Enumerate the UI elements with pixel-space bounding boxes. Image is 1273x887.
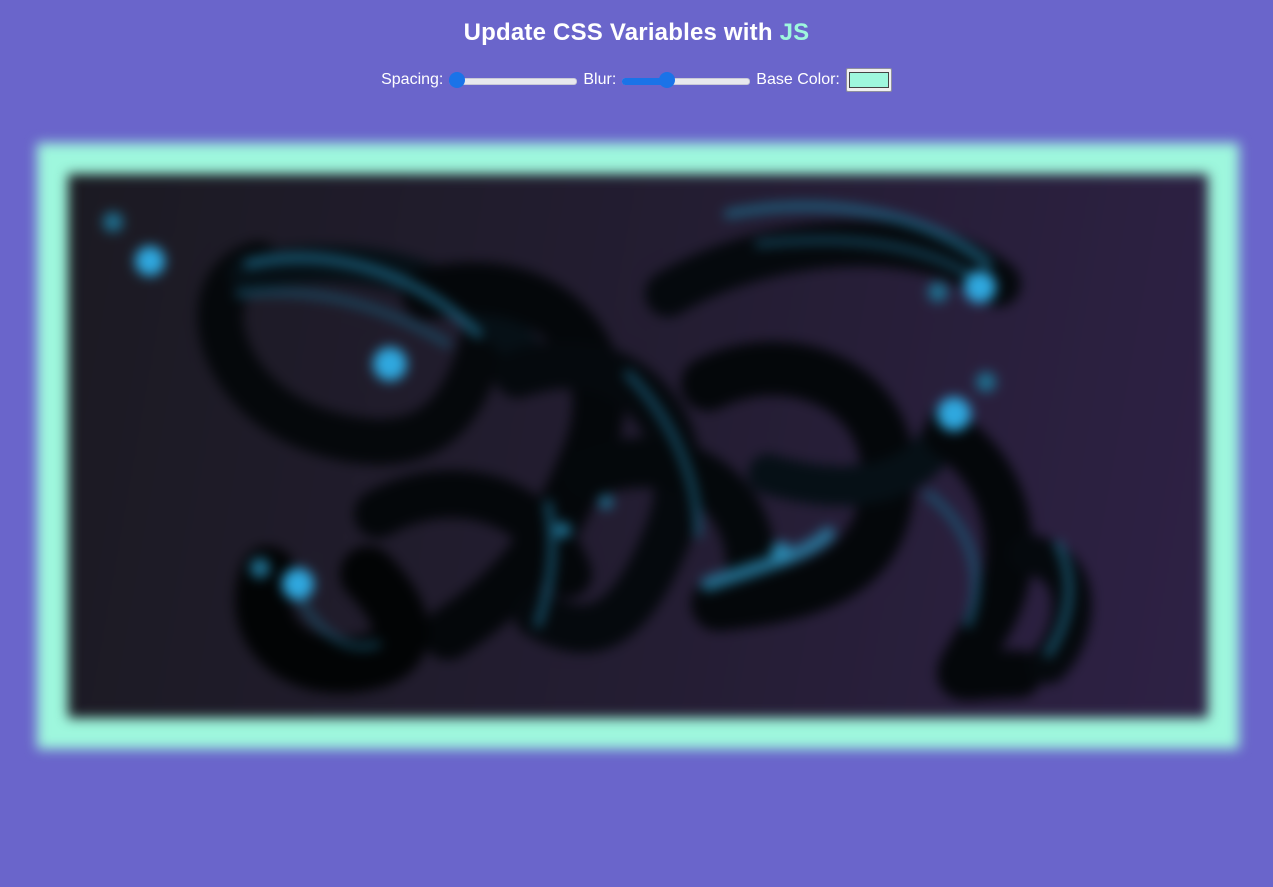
- orb: [771, 542, 791, 562]
- controls-bar: Spacing: Blur: Base Color:: [0, 68, 1273, 92]
- blur-slider[interactable]: [622, 72, 751, 88]
- orb: [135, 246, 165, 276]
- tentacle-artwork: [103, 202, 1092, 701]
- orb: [103, 212, 123, 232]
- orb: [282, 568, 314, 600]
- blur-slider-thumb[interactable]: [659, 72, 676, 88]
- title-prefix: Update CSS Variables with: [463, 19, 780, 46]
- spacing-slider[interactable]: [449, 72, 578, 88]
- spacing-slider-track: [449, 78, 578, 85]
- spacing-label: Spacing:: [381, 71, 444, 88]
- page-title: Update CSS Variables with JS: [0, 19, 1273, 47]
- orb: [373, 347, 407, 381]
- spacing-slider-thumb[interactable]: [449, 72, 466, 88]
- orb: [976, 372, 996, 392]
- orb: [928, 282, 948, 302]
- orb: [555, 522, 571, 538]
- orb: [599, 495, 613, 509]
- orb: [250, 558, 270, 578]
- blurred-image: [68, 174, 1208, 718]
- blur-label: Blur:: [583, 71, 617, 88]
- base-color-label: Base Color:: [756, 71, 840, 88]
- page: Update CSS Variables with JS Spacing: Bl…: [0, 0, 1273, 887]
- orb: [937, 397, 971, 431]
- base-color-picker[interactable]: [845, 68, 892, 92]
- base-color-swatch: [848, 72, 889, 88]
- title-highlight: JS: [779, 19, 810, 46]
- orb: [964, 271, 996, 303]
